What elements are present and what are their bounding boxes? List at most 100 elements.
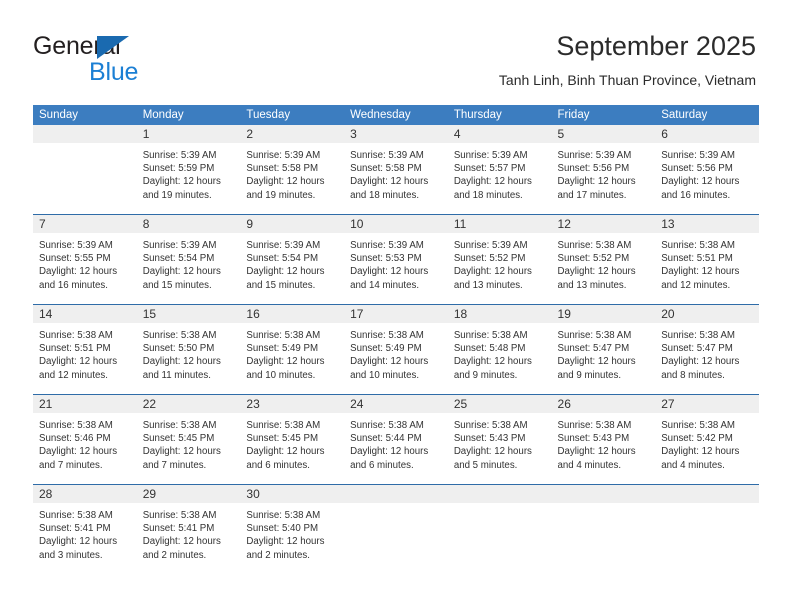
day-cell[interactable]: 23 Sunrise: 5:38 AM Sunset: 5:45 PM Dayligh… <box>240 395 345 484</box>
daylight-line1-text: Daylight: 12 hours <box>142 536 221 548</box>
weekday-header-saturday: Saturday <box>661 109 708 121</box>
day-cell[interactable]: 5 Sunrise: 5:39 AM Sunset: 5:56 PM Daylight… <box>551 125 656 214</box>
day-cell[interactable]: 13 Sunrise: 5:38 AM Sunset: 5:51 PM Dayligh… <box>655 215 759 304</box>
daylight-line1-text: Daylight: 12 hours <box>246 176 325 188</box>
day-number: 29 <box>136 485 241 503</box>
day-cell[interactable]: 18 Sunrise: 5:38 AM Sunset: 5:48 PM Dayligh… <box>447 305 552 394</box>
day-details: Sunrise: 5:38 AM Sunset: 5:49 PM Daylight:… <box>240 323 344 382</box>
daylight-line2-text: and 19 minutes. <box>142 189 212 201</box>
day-cell[interactable]: 29 Sunrise: 5:38 AM Sunset: 5:41 PM Dayligh… <box>136 485 241 574</box>
day-cell[interactable]: 22 Sunrise: 5:38 AM Sunset: 5:45 PM Dayligh… <box>136 395 241 484</box>
week-row: 14 Sunrise: 5:38 AM Sunset: 5:51 PM Dayligh… <box>33 304 759 394</box>
day-cell[interactable]: 30 Sunrise: 5:38 AM Sunset: 5:40 PM Dayligh… <box>240 485 345 574</box>
day-details: Sunrise: 5:38 AM Sunset: 5:45 PM Daylight:… <box>137 413 241 472</box>
week-row: 1 Sunrise: 5:39 AM Sunset: 5:59 PM Daylight… <box>33 125 759 214</box>
day-number <box>447 485 552 503</box>
day-cell[interactable]: 17 Sunrise: 5:38 AM Sunset: 5:49 PM Dayligh… <box>344 305 448 394</box>
sunset-text: Sunset: 5:56 PM <box>661 163 733 175</box>
sunrise-text: Sunrise: 5:39 AM <box>350 150 424 161</box>
day-number: 11 <box>447 215 552 233</box>
day-number: 27 <box>655 395 759 413</box>
day-number: 24 <box>344 395 448 413</box>
week-row: 21 Sunrise: 5:38 AM Sunset: 5:46 PM Dayligh… <box>33 394 759 484</box>
day-cell-empty <box>655 485 759 574</box>
daylight-line1-text: Daylight: 12 hours <box>661 446 740 458</box>
day-cell[interactable]: 10 Sunrise: 5:39 AM Sunset: 5:53 PM Dayligh… <box>344 215 448 304</box>
day-cell[interactable]: 6 Sunrise: 5:39 AM Sunset: 5:56 PM Daylight… <box>655 125 759 214</box>
sunrise-text: Sunrise: 5:38 AM <box>142 330 217 341</box>
day-details: Sunrise: 5:39 AM Sunset: 5:59 PM Daylight:… <box>137 143 241 202</box>
page-title: September 2025 <box>556 31 756 61</box>
daylight-line2-text: and 7 minutes. <box>142 459 207 471</box>
day-cell[interactable]: 7 Sunrise: 5:39 AM Sunset: 5:55 PM Daylight… <box>33 215 137 304</box>
day-cell[interactable]: 27 Sunrise: 5:38 AM Sunset: 5:42 PM Dayligh… <box>655 395 759 484</box>
day-number <box>344 485 448 503</box>
sunset-text: Sunset: 5:58 PM <box>246 163 319 175</box>
day-details: Sunrise: 5:38 AM Sunset: 5:42 PM Daylight:… <box>655 413 759 472</box>
sunset-text: Sunset: 5:46 PM <box>39 433 111 445</box>
day-number <box>655 485 759 503</box>
day-cell[interactable]: 14 Sunrise: 5:38 AM Sunset: 5:51 PM Dayligh… <box>33 305 137 394</box>
day-details: Sunrise: 5:38 AM Sunset: 5:51 PM Daylight:… <box>655 233 759 292</box>
day-number: 1 <box>136 125 241 143</box>
day-cell[interactable]: 3 Sunrise: 5:39 AM Sunset: 5:58 PM Daylight… <box>344 125 448 214</box>
daylight-line1-text: Daylight: 12 hours <box>246 446 325 458</box>
day-cell[interactable]: 15 Sunrise: 5:38 AM Sunset: 5:50 PM Dayligh… <box>136 305 241 394</box>
brand-name-blue: Blue <box>89 58 139 86</box>
day-cell[interactable]: 4 Sunrise: 5:39 AM Sunset: 5:57 PM Daylight… <box>447 125 552 214</box>
daylight-line1-text: Daylight: 12 hours <box>39 356 118 368</box>
day-cell[interactable]: 19 Sunrise: 5:38 AM Sunset: 5:47 PM Dayligh… <box>551 305 656 394</box>
calendar-page: General Blue September 2025 Tanh Linh, B… <box>0 0 792 612</box>
day-cell[interactable]: 9 Sunrise: 5:39 AM Sunset: 5:54 PM Daylight… <box>240 215 345 304</box>
sunrise-text: Sunrise: 5:38 AM <box>557 420 632 431</box>
weeks-container: 1 Sunrise: 5:39 AM Sunset: 5:59 PM Daylight… <box>33 125 759 574</box>
day-details: Sunrise: 5:38 AM Sunset: 5:52 PM Daylight:… <box>552 233 656 292</box>
day-number <box>33 125 137 143</box>
sunrise-text: Sunrise: 5:38 AM <box>246 510 321 521</box>
daylight-line1-text: Daylight: 12 hours <box>39 536 118 548</box>
day-cell[interactable]: 24 Sunrise: 5:38 AM Sunset: 5:44 PM Dayligh… <box>344 395 448 484</box>
weekday-header-row: Sunday Monday Tuesday Wednesday Thursday Frid… <box>33 105 759 125</box>
day-number: 14 <box>33 305 137 323</box>
day-cell-empty <box>447 485 552 574</box>
daylight-line1-text: Daylight: 12 hours <box>246 266 325 278</box>
day-cell[interactable]: 11 Sunrise: 5:39 AM Sunset: 5:52 PM Dayligh… <box>447 215 552 304</box>
day-number: 5 <box>551 125 656 143</box>
daylight-line2-text: and 8 minutes. <box>661 369 725 381</box>
day-number: 9 <box>240 215 345 233</box>
day-cell[interactable]: 20 Sunrise: 5:38 AM Sunset: 5:47 PM Dayligh… <box>655 305 759 394</box>
sunset-text: Sunset: 5:51 PM <box>39 343 111 355</box>
sunset-text: Sunset: 5:40 PM <box>246 523 319 535</box>
sunrise-text: Sunrise: 5:39 AM <box>350 240 424 251</box>
sunset-text: Sunset: 5:49 PM <box>350 343 422 355</box>
brand-flag-icon <box>97 36 129 59</box>
day-cell[interactable]: 1 Sunrise: 5:39 AM Sunset: 5:59 PM Daylight… <box>136 125 241 214</box>
sunset-text: Sunset: 5:41 PM <box>39 523 111 535</box>
day-cell[interactable]: 26 Sunrise: 5:38 AM Sunset: 5:43 PM Dayligh… <box>551 395 656 484</box>
sunrise-text: Sunrise: 5:38 AM <box>246 330 321 341</box>
day-details: Sunrise: 5:39 AM Sunset: 5:54 PM Daylight:… <box>240 233 344 292</box>
day-cell[interactable]: 2 Sunrise: 5:39 AM Sunset: 5:58 PM Daylight… <box>240 125 345 214</box>
sunrise-text: Sunrise: 5:38 AM <box>661 420 735 431</box>
sunrise-text: Sunrise: 5:39 AM <box>39 240 113 251</box>
title-block: September 2025 Tanh Linh, Binh Thuan Pro… <box>499 30 756 89</box>
day-cell[interactable]: 12 Sunrise: 5:38 AM Sunset: 5:52 PM Dayligh… <box>551 215 656 304</box>
day-cell[interactable]: 25 Sunrise: 5:38 AM Sunset: 5:43 PM Dayligh… <box>447 395 552 484</box>
daylight-line1-text: Daylight: 12 hours <box>246 356 325 368</box>
daylight-line2-text: and 18 minutes. <box>350 189 420 201</box>
sunset-text: Sunset: 5:56 PM <box>557 163 630 175</box>
day-cell[interactable]: 8 Sunrise: 5:39 AM Sunset: 5:54 PM Daylight… <box>136 215 241 304</box>
daylight-line2-text: and 15 minutes. <box>246 279 316 291</box>
day-number: 21 <box>33 395 137 413</box>
sunset-text: Sunset: 5:52 PM <box>453 253 526 265</box>
daylight-line2-text: and 10 minutes. <box>350 369 420 381</box>
brand-logo[interactable]: General Blue <box>33 33 263 86</box>
day-details: Sunrise: 5:39 AM Sunset: 5:52 PM Daylight:… <box>448 233 552 292</box>
day-cell[interactable]: 16 Sunrise: 5:38 AM Sunset: 5:49 PM Dayligh… <box>240 305 345 394</box>
day-cell[interactable]: 28 Sunrise: 5:38 AM Sunset: 5:41 PM Dayligh… <box>33 485 137 574</box>
day-cell[interactable]: 21 Sunrise: 5:38 AM Sunset: 5:46 PM Dayligh… <box>33 395 137 484</box>
daylight-line1-text: Daylight: 12 hours <box>557 356 636 368</box>
daylight-line2-text: and 15 minutes. <box>142 279 212 291</box>
sunset-text: Sunset: 5:47 PM <box>661 343 733 355</box>
day-number: 23 <box>240 395 345 413</box>
